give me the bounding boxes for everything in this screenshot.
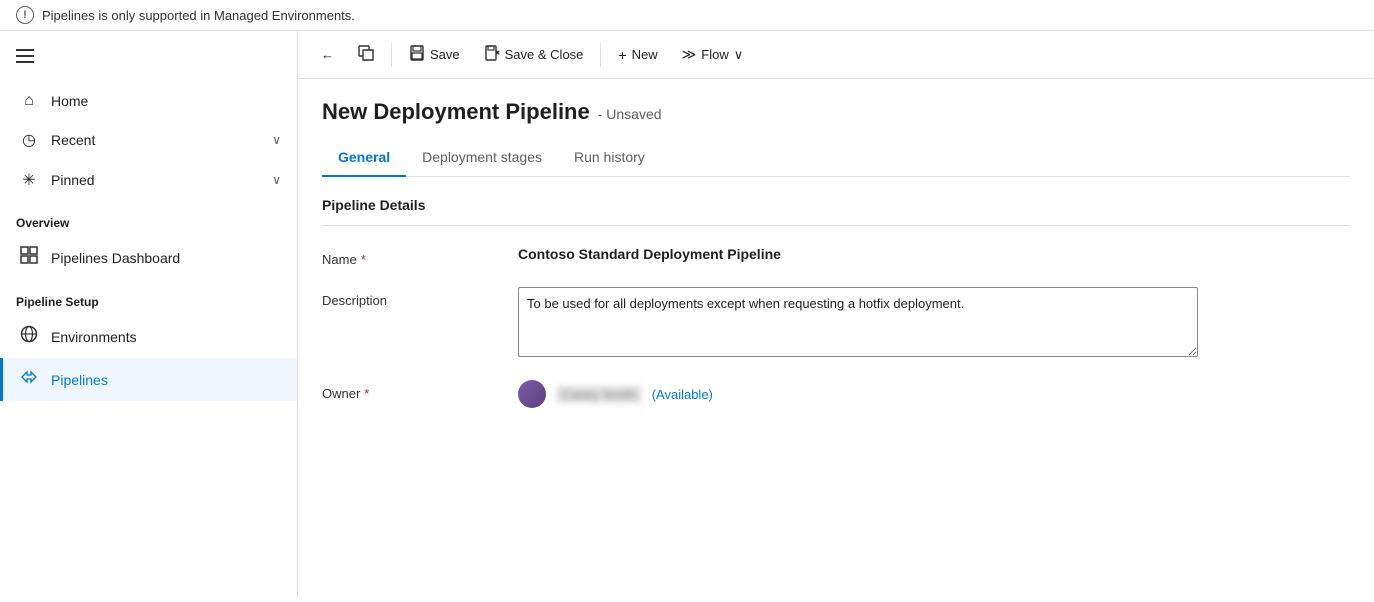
page-title-text: New Deployment Pipeline <box>322 99 590 125</box>
owner-label: Owner * <box>322 380 502 401</box>
dashboard-icon <box>19 246 39 269</box>
overview-section-title: Overview <box>0 200 297 236</box>
owner-row: Casey Smith (Available) <box>518 380 1350 408</box>
top-banner: ! Pipelines is only supported in Managed… <box>0 0 1374 31</box>
chevron-down-icon: ∨ <box>272 173 281 187</box>
sidebar-item-label: Environments <box>51 329 281 345</box>
avatar <box>518 380 546 408</box>
sidebar-item-label: Pipelines <box>51 372 281 388</box>
popup-button[interactable] <box>347 39 385 70</box>
save-button[interactable]: Save <box>398 39 471 70</box>
sidebar-item-recent[interactable]: ◷ Recent ∨ <box>0 120 297 160</box>
form-row-description: Description To be used for all deploymen… <box>322 287 1350 360</box>
toolbar-separator-2 <box>600 43 601 67</box>
flow-button[interactable]: ≫ Flow ∨ <box>671 40 755 69</box>
save-icon <box>409 45 425 64</box>
sidebar-item-pipelines[interactable]: Pipelines <box>0 358 297 401</box>
form-row-name: Name * Contoso Standard Deployment Pipel… <box>322 246 1350 267</box>
hamburger-menu[interactable] <box>0 39 297 82</box>
sidebar-item-pipelines-dashboard[interactable]: Pipelines Dashboard <box>0 236 297 279</box>
plus-icon: + <box>618 47 626 63</box>
popup-icon <box>358 45 374 64</box>
home-icon: ⌂ <box>19 92 39 110</box>
description-textarea[interactable]: To be used for all deployments except wh… <box>518 287 1198 357</box>
page-title: New Deployment Pipeline - Unsaved <box>322 99 1350 125</box>
flow-icon: ≫ <box>682 46 697 63</box>
required-indicator: * <box>361 252 366 267</box>
owner-status: (Available) <box>652 387 713 402</box>
new-label: New <box>632 47 658 62</box>
sidebar-item-pinned[interactable]: ✳ Pinned ∨ <box>0 160 297 200</box>
tab-deployment-stages[interactable]: Deployment stages <box>406 141 558 177</box>
environments-icon <box>19 325 39 348</box>
recent-icon: ◷ <box>19 130 39 150</box>
tab-run-history[interactable]: Run history <box>558 141 661 177</box>
sidebar-item-label: Recent <box>51 132 260 148</box>
form-section: Pipeline Details Name * Contoso Standard… <box>298 177 1374 448</box>
toolbar: ← Save <box>298 31 1374 79</box>
sidebar-item-label: Home <box>51 93 281 109</box>
unsaved-badge: - Unsaved <box>598 106 662 122</box>
chevron-down-icon: ∨ <box>272 133 281 147</box>
main-layout: ⌂ Home ◷ Recent ∨ ✳ Pinned ∨ Overview <box>0 31 1374 597</box>
form-row-owner: Owner * Casey Smith (Available) <box>322 380 1350 408</box>
description-label: Description <box>322 287 502 308</box>
tab-general[interactable]: General <box>322 141 406 177</box>
save-close-label: Save & Close <box>505 47 584 62</box>
sidebar-item-environments[interactable]: Environments <box>0 315 297 358</box>
sidebar: ⌂ Home ◷ Recent ∨ ✳ Pinned ∨ Overview <box>0 31 298 597</box>
required-indicator-owner: * <box>364 386 369 401</box>
back-button[interactable]: ← <box>310 41 345 68</box>
setup-section-title: Pipeline Setup <box>0 279 297 315</box>
pipelines-icon <box>19 368 39 391</box>
main-content: ← Save <box>298 31 1374 597</box>
flow-label: Flow <box>701 47 728 62</box>
info-icon: ! <box>16 6 34 24</box>
toolbar-separator <box>391 43 392 67</box>
save-close-button[interactable]: Save & Close <box>473 39 595 70</box>
sidebar-item-label: Pinned <box>51 172 260 188</box>
content-area: New Deployment Pipeline - Unsaved Genera… <box>298 79 1374 597</box>
owner-value: Casey Smith (Available) <box>518 380 1350 408</box>
pin-icon: ✳ <box>19 170 39 190</box>
back-icon: ← <box>321 47 334 62</box>
banner-text: Pipelines is only supported in Managed E… <box>42 8 355 23</box>
save-label: Save <box>430 47 460 62</box>
sidebar-item-label: Pipelines Dashboard <box>51 250 281 266</box>
save-close-icon <box>484 45 500 64</box>
page-header: New Deployment Pipeline - Unsaved Genera… <box>298 79 1374 177</box>
form-section-title: Pipeline Details <box>322 197 1350 226</box>
tabs: General Deployment stages Run history <box>322 141 1350 177</box>
name-label: Name * <box>322 246 502 267</box>
name-value: Contoso Standard Deployment Pipeline <box>518 246 1350 262</box>
new-button[interactable]: + New <box>607 41 668 69</box>
sidebar-item-home[interactable]: ⌂ Home <box>0 82 297 120</box>
flow-chevron-icon: ∨ <box>734 47 744 63</box>
owner-name: Casey Smith <box>556 386 642 403</box>
description-value: To be used for all deployments except wh… <box>518 287 1350 360</box>
